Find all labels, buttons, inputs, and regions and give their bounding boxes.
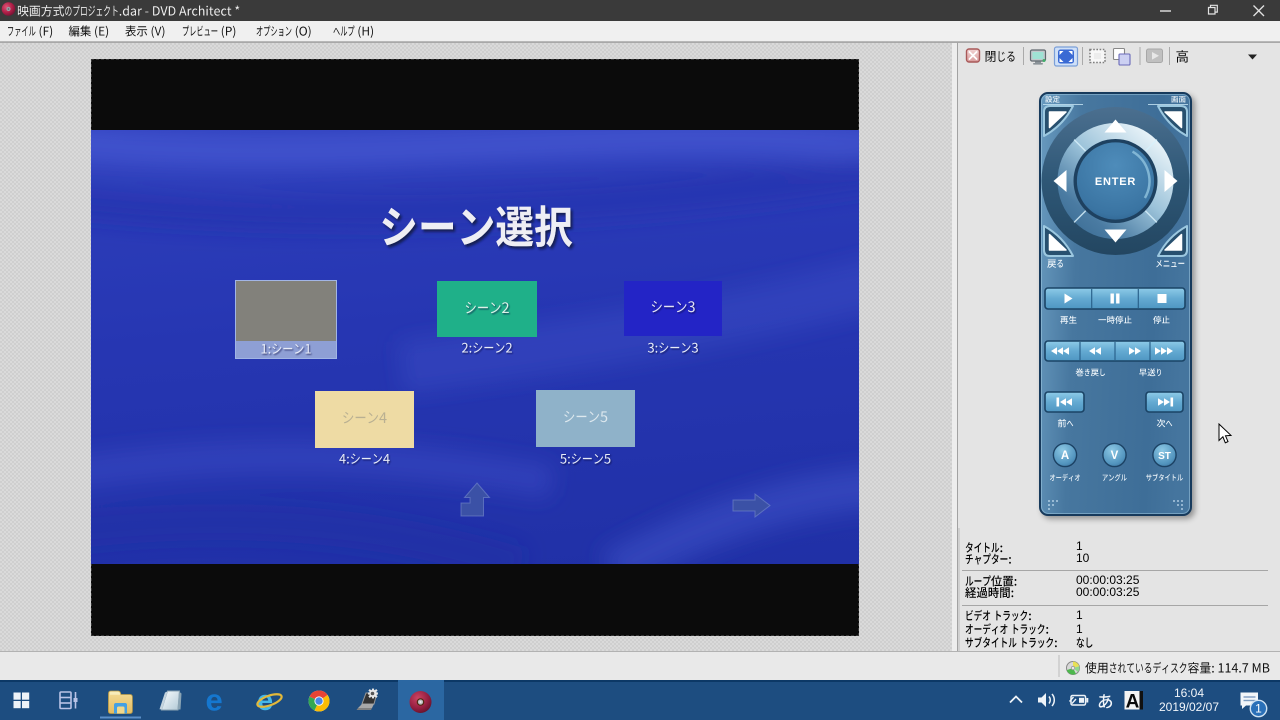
svg-text:1: 1 [1255, 702, 1262, 716]
svg-text:A: A [1061, 450, 1069, 462]
svg-text:A: A [1126, 692, 1140, 713]
svg-text:e: e [206, 683, 223, 718]
svg-text:V: V [1111, 450, 1119, 462]
svg-text:ENTER: ENTER [1095, 176, 1136, 188]
svg-text:ST: ST [1158, 451, 1171, 462]
